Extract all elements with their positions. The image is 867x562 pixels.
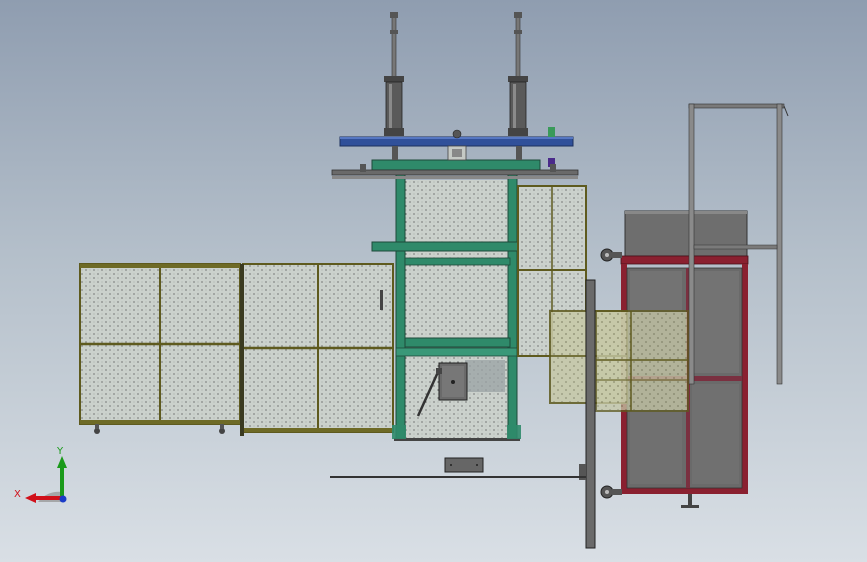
floor-plate <box>444 457 484 473</box>
cylinder-rod-right <box>515 13 521 81</box>
left-fence-panel[interactable] <box>79 263 241 434</box>
y-axis-label: Y <box>56 446 64 457</box>
axis-triad: Y X <box>14 446 67 503</box>
z-axis-dot <box>59 495 67 503</box>
front-guard-panel[interactable] <box>549 310 689 412</box>
top-press-assembly[interactable] <box>339 12 574 172</box>
x-axis-label: X <box>14 489 21 500</box>
machine-assembly-drawing: Y X <box>14 12 789 549</box>
cylinder-rod-left <box>391 13 397 81</box>
lock-icon <box>451 380 455 384</box>
cylinder-body-right <box>509 81 527 135</box>
door-handle <box>380 290 383 310</box>
cylinder-body-left <box>385 81 403 135</box>
middle-fence-panel[interactable] <box>240 263 394 436</box>
cad-viewport[interactable]: Y X <box>0 0 867 562</box>
sensor-green <box>548 127 555 137</box>
